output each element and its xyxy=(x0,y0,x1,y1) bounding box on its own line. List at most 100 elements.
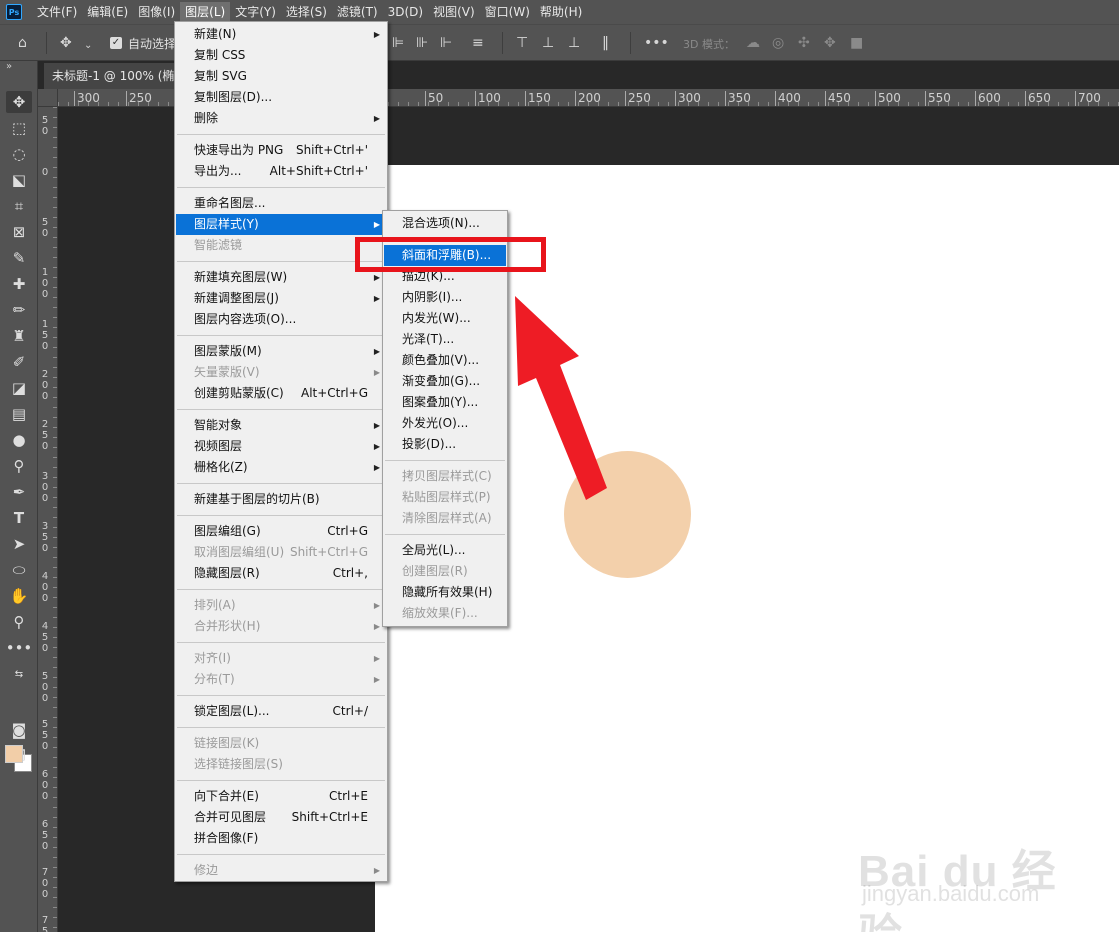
layer-style-item[interactable]: 隐藏所有效果(H) xyxy=(384,582,506,603)
eraser-tool-icon[interactable]: ◪ xyxy=(6,377,32,399)
layer-menu-item: 修边 ▶ xyxy=(176,860,386,881)
menubar-item-1[interactable]: 编辑(E) xyxy=(82,2,133,22)
layer-menu-item[interactable]: 栅格化(Z) ▶ xyxy=(176,457,386,478)
crop-tool-icon[interactable]: ⌗ xyxy=(6,195,32,217)
align-bottom-icon[interactable]: ⊥ xyxy=(568,34,580,52)
layer-menu-item: 矢量蒙版(V) ▶ xyxy=(176,362,386,383)
swap-colors-icon[interactable]: ⇆ xyxy=(6,663,32,685)
menubar-item-10[interactable]: 帮助(H) xyxy=(535,2,587,22)
submenu-arrow-icon: ▶ xyxy=(373,368,380,377)
foreground-color-swatch[interactable] xyxy=(5,745,23,763)
menubar-item-3[interactable]: 图层(L) xyxy=(180,2,231,22)
lasso-tool-icon[interactable]: ◌ xyxy=(6,143,32,165)
distribute-vertical-icon[interactable]: ‖ xyxy=(602,34,609,52)
menubar-item-0[interactable]: 文件(F) xyxy=(32,2,82,22)
home-icon[interactable]: ⌂ xyxy=(18,34,27,52)
layer-menu-item[interactable]: 锁定图层(L)... Ctrl+/ xyxy=(176,701,386,722)
distribute-icon[interactable]: ≡ xyxy=(472,34,484,52)
document-tab[interactable]: 未标题-1 @ 100% (椭圆 xyxy=(44,63,179,89)
layer-menu-item[interactable]: 导出为... Alt+Shift+Ctrl+' xyxy=(176,161,386,182)
layer-style-item[interactable]: 光泽(T)... xyxy=(384,329,506,350)
align-middle-icon[interactable]: ⊥ xyxy=(542,34,554,52)
layer-style-item[interactable]: 颜色叠加(V)... xyxy=(384,350,506,371)
layer-menu-item[interactable]: 拼合图像(F) xyxy=(176,828,386,849)
layer-style-item[interactable]: 全局光(L)... xyxy=(384,540,506,561)
move-tool-icon[interactable]: ✥ xyxy=(6,91,32,113)
layer-menu-item[interactable]: 删除 ▶ xyxy=(176,108,386,129)
layer-style-item[interactable]: 投影(D)... xyxy=(384,434,506,455)
more-options-icon[interactable]: ••• xyxy=(644,34,669,52)
brush-tool-icon[interactable]: ✏ xyxy=(6,299,32,321)
layer-menu-item[interactable]: 智能对象 ▶ xyxy=(176,415,386,436)
layer-style-item[interactable]: 内发光(W)... xyxy=(384,308,506,329)
layer-menu-item[interactable]: 复制 SVG xyxy=(176,66,386,87)
drag-3d-icon[interactable]: ✣ xyxy=(798,34,810,52)
blur-tool-icon[interactable]: ● xyxy=(6,429,32,451)
history-brush-tool-icon[interactable]: ✐ xyxy=(6,351,32,373)
slide-3d-icon[interactable]: ✥ xyxy=(824,34,836,52)
scale-3d-icon[interactable]: ■ xyxy=(850,34,863,52)
chevron-down-icon[interactable]: ⌄ xyxy=(84,37,92,55)
hand-tool-icon[interactable]: ✋ xyxy=(6,585,32,607)
type-tool-icon[interactable]: T xyxy=(6,507,32,529)
submenu-arrow-icon: ▶ xyxy=(373,220,380,229)
layer-menu-item[interactable]: 新建基于图层的切片(B) xyxy=(176,489,386,510)
menu-item-shortcut: Shift+Ctrl+E xyxy=(291,810,368,824)
layer-menu-item[interactable]: 新建(N) ▶ xyxy=(176,24,386,45)
layer-menu-item[interactable]: 图层内容选项(O)... xyxy=(176,309,386,330)
menubar-item-8[interactable]: 视图(V) xyxy=(428,2,480,22)
frame-tool-icon[interactable]: ⊠ xyxy=(6,221,32,243)
menu-separator xyxy=(177,261,385,262)
clone-stamp-tool-icon[interactable]: ♜ xyxy=(6,325,32,347)
layer-menu-item[interactable]: 创建剪贴蒙版(C) Alt+Ctrl+G xyxy=(176,383,386,404)
roll-3d-icon[interactable]: ◎ xyxy=(772,34,784,52)
menubar-item-2[interactable]: 图像(I) xyxy=(133,2,180,22)
menubar-item-6[interactable]: 滤镜(T) xyxy=(332,2,383,22)
dodge-tool-icon[interactable]: ⚲ xyxy=(6,455,32,477)
layer-menu-item[interactable]: 图层编组(G) Ctrl+G xyxy=(176,521,386,542)
layer-menu-item[interactable]: 快速导出为 PNG Shift+Ctrl+' xyxy=(176,140,386,161)
layer-menu-item[interactable]: 图层蒙版(M) ▶ xyxy=(176,341,386,362)
move-tool-icon[interactable]: ✥ xyxy=(60,34,72,52)
layer-menu-item[interactable]: 图层样式(Y) ▶ xyxy=(176,214,386,235)
gradient-tool-icon[interactable]: ▤ xyxy=(6,403,32,425)
layer-style-item[interactable]: 混合选项(N)... xyxy=(384,213,506,234)
menu-separator xyxy=(177,642,385,643)
menu-item-label: 新建调整图层(J) xyxy=(194,291,279,305)
layer-menu-item[interactable]: 新建调整图层(J) ▶ xyxy=(176,288,386,309)
align-top-icon[interactable]: ⊤ xyxy=(516,34,528,52)
zoom-tool-icon[interactable]: ⚲ xyxy=(6,611,32,633)
ellipse-shape[interactable] xyxy=(564,451,691,578)
layer-menu-item[interactable]: 视频图层 ▶ xyxy=(176,436,386,457)
layer-style-item[interactable]: 渐变叠加(G)... xyxy=(384,371,506,392)
layer-menu-item[interactable]: 合并可见图层 Shift+Ctrl+E xyxy=(176,807,386,828)
layer-menu-item[interactable]: 复制图层(D)... xyxy=(176,87,386,108)
ellipse-tool-icon[interactable]: ⬭ xyxy=(6,559,32,581)
object-selection-tool-icon[interactable]: ⬕ xyxy=(6,169,32,191)
layer-style-item[interactable]: 图案叠加(Y)... xyxy=(384,392,506,413)
marquee-tool-icon[interactable]: ⬚ xyxy=(6,117,32,139)
layer-style-item[interactable]: 内阴影(I)... xyxy=(384,287,506,308)
v-ruler-label: 250 xyxy=(41,419,49,452)
layer-menu-item[interactable]: 重命名图层... xyxy=(176,193,386,214)
menubar-item-9[interactable]: 窗口(W) xyxy=(480,2,535,22)
layer-menu-item[interactable]: 隐藏图层(R) Ctrl+, xyxy=(176,563,386,584)
more-tools-icon[interactable]: ••• xyxy=(6,637,33,659)
pen-tool-icon[interactable]: ✒ xyxy=(6,481,32,503)
menubar-item-7[interactable]: 3D(D) xyxy=(383,2,428,22)
align-right-icon[interactable]: ⊩ xyxy=(440,34,452,52)
orbit-3d-icon[interactable]: ☁ xyxy=(746,34,760,52)
menubar-item-5[interactable]: 选择(S) xyxy=(281,2,332,22)
layer-menu-item[interactable]: 复制 CSS xyxy=(176,45,386,66)
eyedropper-tool-icon[interactable]: ✎ xyxy=(6,247,32,269)
layer-menu-item[interactable]: 向下合并(E) Ctrl+E xyxy=(176,786,386,807)
healing-brush-tool-icon[interactable]: ✚ xyxy=(6,273,32,295)
path-selection-tool-icon[interactable]: ➤ xyxy=(6,533,32,555)
collapse-panel-icon[interactable]: » xyxy=(6,61,12,72)
menubar-item-4[interactable]: 文字(Y) xyxy=(230,2,281,22)
auto-select-checkbox[interactable]: ✓ xyxy=(110,37,122,49)
quick-mask-icon[interactable]: ◙ xyxy=(6,719,32,741)
align-center-icon[interactable]: ⊪ xyxy=(416,34,428,52)
layer-style-item[interactable]: 外发光(O)... xyxy=(384,413,506,434)
align-left-icon[interactable]: ⊫ xyxy=(392,34,404,52)
